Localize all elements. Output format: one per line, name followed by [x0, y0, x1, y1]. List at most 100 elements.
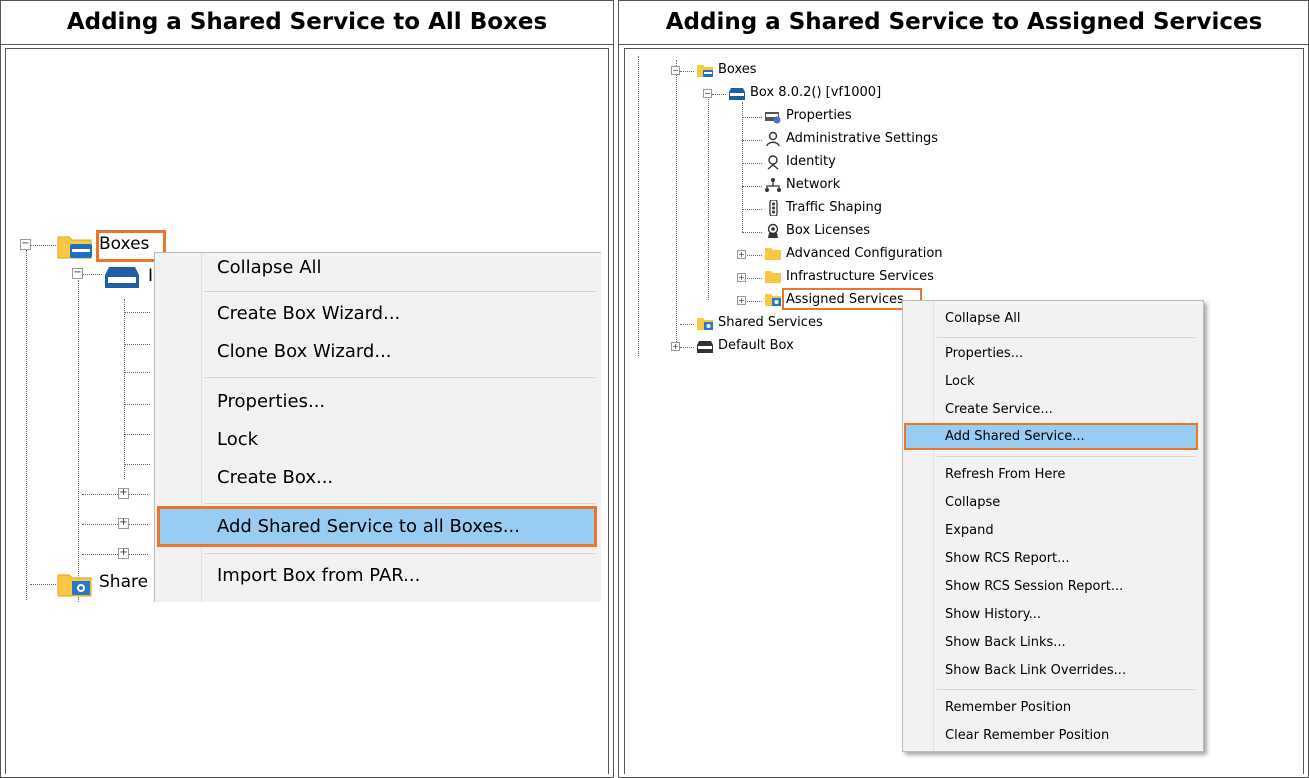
tree-line [742, 186, 762, 187]
menu-item-show-history[interactable]: Show History... [945, 607, 1041, 622]
folder-icon [765, 271, 781, 283]
menu-item-collapse[interactable]: Collapse [945, 495, 1000, 510]
menu-item-clear-remember-position[interactable]: Clear Remember Position [945, 728, 1109, 743]
left-cell-edge-right [608, 48, 609, 774]
collapse-toggle-boxes[interactable]: − [20, 239, 31, 250]
menu-item-remember-position[interactable]: Remember Position [945, 700, 1071, 715]
tree-line [742, 232, 762, 233]
tree-line [124, 434, 150, 435]
tree-line [680, 347, 694, 348]
tree-line [30, 245, 56, 246]
tree-node-network[interactable]: Network [786, 177, 840, 192]
left-context-menu: Collapse All Create Box Wizard... Clone … [154, 252, 601, 602]
service-folder-icon [765, 294, 781, 306]
menu-gutter [933, 301, 934, 751]
tree-line [82, 274, 102, 275]
shared-services-folder-icon [697, 318, 713, 330]
tree-node-box[interactable]: Box 8.0.2() [vf1000] [750, 85, 881, 100]
tree-line [742, 163, 762, 164]
expand-toggle-assigned[interactable]: + [737, 296, 746, 305]
tree-line [82, 494, 148, 495]
assigned-services-highlight-frame [782, 288, 922, 310]
shared-folder-icon [57, 574, 92, 597]
identity-badge-icon [767, 155, 779, 170]
tree-line [30, 584, 56, 585]
tree-line [742, 140, 762, 141]
box-icon [729, 88, 745, 100]
left-screenshot: − − + + + Boxes I Share Collapse All Cre… [6, 54, 601, 602]
tree-line [742, 102, 743, 232]
tree-line [124, 299, 125, 479]
menu-item-show-back-links[interactable]: Show Back Links... [945, 635, 1066, 650]
tree-line [124, 464, 150, 465]
expand-toggle[interactable]: + [118, 518, 129, 529]
menu-item-collapse-all[interactable]: Collapse All [217, 257, 322, 278]
menu-separator [205, 291, 595, 292]
tree-node-advanced-configuration[interactable]: Advanced Configuration [786, 246, 943, 261]
tree-node-identity[interactable]: Identity [786, 154, 836, 169]
tree-node-infrastructure-services[interactable]: Infrastructure Services [786, 269, 934, 284]
tree-node-default-box[interactable]: Default Box [718, 338, 794, 353]
properties-icon [765, 112, 781, 124]
tree-line [78, 280, 79, 602]
right-context-menu: Collapse All Properties... Lock Create S… [902, 300, 1204, 752]
tree-node-box-licenses[interactable]: Box Licenses [786, 223, 870, 238]
tree-line [680, 324, 694, 325]
expand-toggle[interactable]: + [118, 548, 129, 559]
folder-icon [765, 248, 781, 260]
tree-line [82, 554, 148, 555]
menu-separator [205, 553, 595, 554]
box-node-label-partial[interactable]: I [148, 266, 153, 286]
tree-line [742, 117, 762, 118]
menu-item-show-rcs-report[interactable]: Show RCS Report... [945, 551, 1070, 566]
menu-separator [937, 337, 1195, 338]
menu-separator [205, 377, 595, 378]
menu-item-properties[interactable]: Properties... [945, 346, 1023, 361]
menu-item-create-box-wizard[interactable]: Create Box Wizard... [217, 303, 400, 324]
right-screenshot: − − + + + + Boxes Box 8.0.2() [vf1000] P… [630, 56, 1306, 756]
tree-line [124, 372, 150, 373]
menu-item-import-box-from-par[interactable]: Import Box from PAR... [217, 565, 420, 586]
tree-node-boxes[interactable]: Boxes [718, 62, 757, 77]
shared-node-label-partial[interactable]: Share [99, 572, 148, 592]
tree-node-properties[interactable]: Properties [786, 108, 852, 123]
menu-item-create-box[interactable]: Create Box... [217, 467, 333, 488]
menu-item-refresh-from-here[interactable]: Refresh From Here [945, 467, 1065, 482]
menu-item-show-rcs-session-report[interactable]: Show RCS Session Report... [945, 579, 1123, 594]
box-icon [105, 267, 139, 288]
left-cell-border [5, 48, 608, 53]
menu-item-lock[interactable]: Lock [217, 429, 258, 450]
tree-line [82, 524, 148, 525]
tree-line [124, 404, 150, 405]
menu-item-properties[interactable]: Properties... [217, 391, 325, 412]
expand-toggle[interactable]: + [118, 488, 129, 499]
menu-separator [937, 456, 1195, 457]
menu-item-show-back-link-overrides[interactable]: Show Back Link Overrides... [945, 663, 1126, 678]
menu-item-create-service[interactable]: Create Service... [945, 402, 1053, 417]
network-icon [765, 178, 781, 192]
menu-gutter [201, 253, 202, 602]
license-seal-icon [767, 223, 779, 238]
menu-item-add-shared-service[interactable]: Add Shared Service... [945, 429, 1085, 444]
collapse-toggle-box[interactable]: − [703, 89, 712, 98]
menu-item-lock[interactable]: Lock [945, 374, 975, 389]
expand-toggle-infrastructure[interactable]: + [737, 273, 746, 282]
tree-line [26, 250, 27, 600]
tree-node-shared-services[interactable]: Shared Services [718, 315, 823, 330]
tree-line [638, 56, 639, 356]
tree-line [708, 90, 709, 300]
tree-line [124, 312, 150, 313]
right-cell-edge [624, 48, 625, 774]
expand-toggle-default-box[interactable]: + [671, 342, 680, 351]
menu-item-expand[interactable]: Expand [945, 523, 994, 538]
tree-line [680, 71, 694, 72]
menu-item-add-shared-service-to-all-boxes[interactable]: Add Shared Service to all Boxes... [217, 516, 520, 537]
collapse-toggle-boxes[interactable]: − [671, 66, 680, 75]
menu-item-collapse-all[interactable]: Collapse All [945, 311, 1021, 326]
menu-item-clone-box-wizard[interactable]: Clone Box Wizard... [217, 341, 392, 362]
expand-toggle-advanced[interactable]: + [737, 250, 746, 259]
tree-node-traffic-shaping[interactable]: Traffic Shaping [786, 200, 882, 215]
collapse-toggle-box[interactable]: − [72, 268, 83, 279]
tree-node-administrative-settings[interactable]: Administrative Settings [786, 131, 938, 146]
admin-person-icon [766, 131, 780, 147]
